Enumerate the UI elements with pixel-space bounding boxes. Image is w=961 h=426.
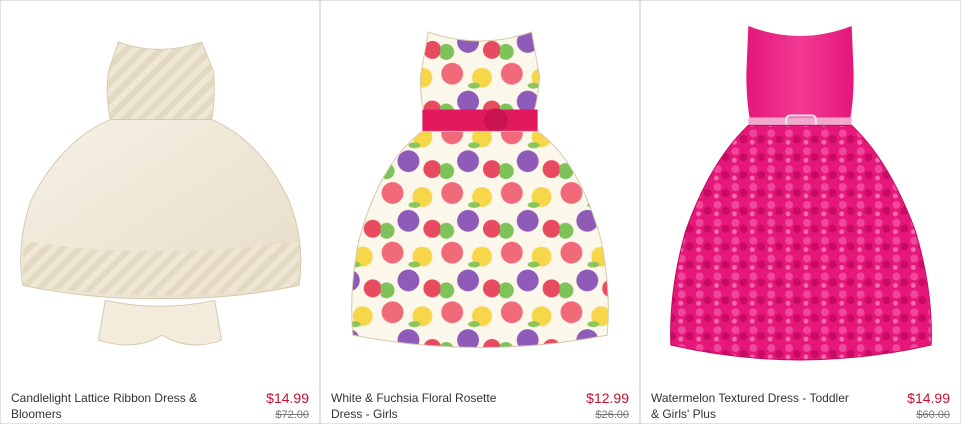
product-name[interactable]: White & Fuchsia Floral Rosette Dress - G… xyxy=(331,390,531,422)
original-price: $60.00 xyxy=(916,409,950,421)
product-image[interactable] xyxy=(641,1,960,381)
sale-price: $12.99 xyxy=(586,390,629,406)
product-card[interactable]: Candlelight Lattice Ribbon Dress & Bloom… xyxy=(0,0,320,424)
product-image[interactable] xyxy=(1,1,319,381)
product-image[interactable] xyxy=(321,1,639,381)
product-card[interactable]: Watermelon Textured Dress - Toddler & Gi… xyxy=(640,0,961,424)
product-info: Candlelight Lattice Ribbon Dress & Bloom… xyxy=(1,381,319,425)
dress-image xyxy=(351,31,609,348)
product-grid: Candlelight Lattice Ribbon Dress & Bloom… xyxy=(0,0,961,426)
dress-image xyxy=(20,41,302,346)
product-info: Watermelon Textured Dress - Toddler & Gi… xyxy=(641,381,960,425)
original-price: $72.00 xyxy=(275,409,309,421)
sale-price: $14.99 xyxy=(266,390,309,406)
product-card[interactable]: White & Fuchsia Floral Rosette Dress - G… xyxy=(320,0,640,424)
sale-price: $14.99 xyxy=(907,390,950,406)
dress-image xyxy=(670,26,932,361)
product-name[interactable]: Candlelight Lattice Ribbon Dress & Bloom… xyxy=(11,390,211,422)
product-info: White & Fuchsia Floral Rosette Dress - G… xyxy=(321,381,639,425)
product-name[interactable]: Watermelon Textured Dress - Toddler & Gi… xyxy=(651,390,851,422)
original-price: $26.00 xyxy=(595,409,629,421)
